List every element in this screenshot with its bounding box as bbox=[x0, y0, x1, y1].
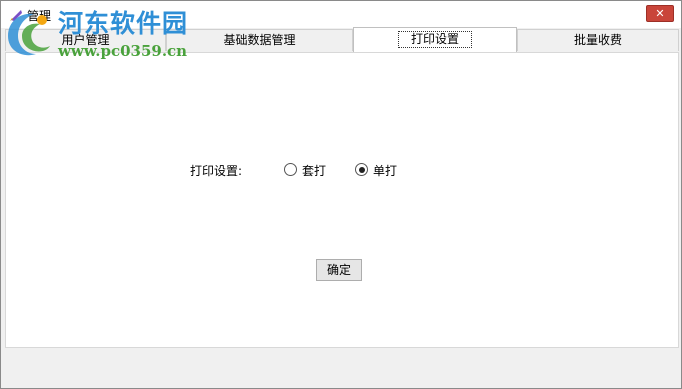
close-icon: ✕ bbox=[655, 7, 665, 20]
watermark-url: www.pc0359.cn bbox=[58, 42, 188, 60]
radio-overlay-print[interactable] bbox=[284, 163, 297, 176]
close-button[interactable]: ✕ bbox=[646, 5, 674, 22]
radio-single-print[interactable] bbox=[355, 163, 368, 176]
watermark: 河东软件园 www.pc0359.cn bbox=[0, 4, 210, 66]
tab-batch-charge[interactable]: 批量收费 bbox=[517, 29, 679, 51]
print-settings-label: 打印设置: bbox=[190, 164, 243, 178]
radio-single-print-label[interactable]: 单打 bbox=[373, 162, 397, 179]
tab-panel bbox=[5, 52, 679, 348]
confirm-button[interactable]: 确定 bbox=[316, 259, 362, 281]
radio-overlay-print-label[interactable]: 套打 bbox=[302, 162, 326, 179]
tab-label: 打印设置 bbox=[397, 31, 472, 48]
watermark-title: 河东软件园 bbox=[58, 9, 189, 38]
tab-label: 基础数据管理 bbox=[223, 33, 296, 47]
tab-label: 批量收费 bbox=[573, 33, 622, 47]
tab-print-settings[interactable]: 打印设置 bbox=[353, 27, 517, 52]
watermark-logo-icon bbox=[2, 6, 58, 62]
